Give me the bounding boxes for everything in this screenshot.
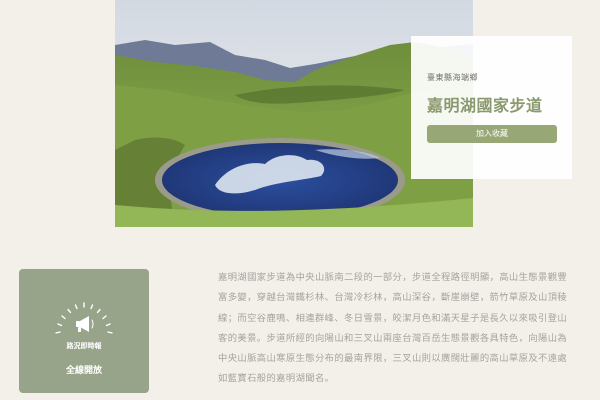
road-status-box[interactable]: 路況即時報 全線開放 <box>19 269 149 393</box>
megaphone-icon <box>55 302 113 334</box>
add-to-favorites-button[interactable]: 加入收藏 <box>427 125 557 143</box>
trail-description: 嘉明湖國家步道為中央山脈南二段的一部分，步道全程路徑明顯，高山生態景觀豐富多變，… <box>218 272 568 385</box>
trail-info-card: 臺東縣海端鄉 嘉明湖國家步道 加入收藏 <box>411 36 572 179</box>
region-label: 臺東縣海端鄉 <box>427 73 478 82</box>
page-title: 嘉明湖國家步道 <box>427 96 543 115</box>
status-label: 路況即時報 <box>66 342 102 350</box>
status-value: 全線開放 <box>65 366 102 376</box>
